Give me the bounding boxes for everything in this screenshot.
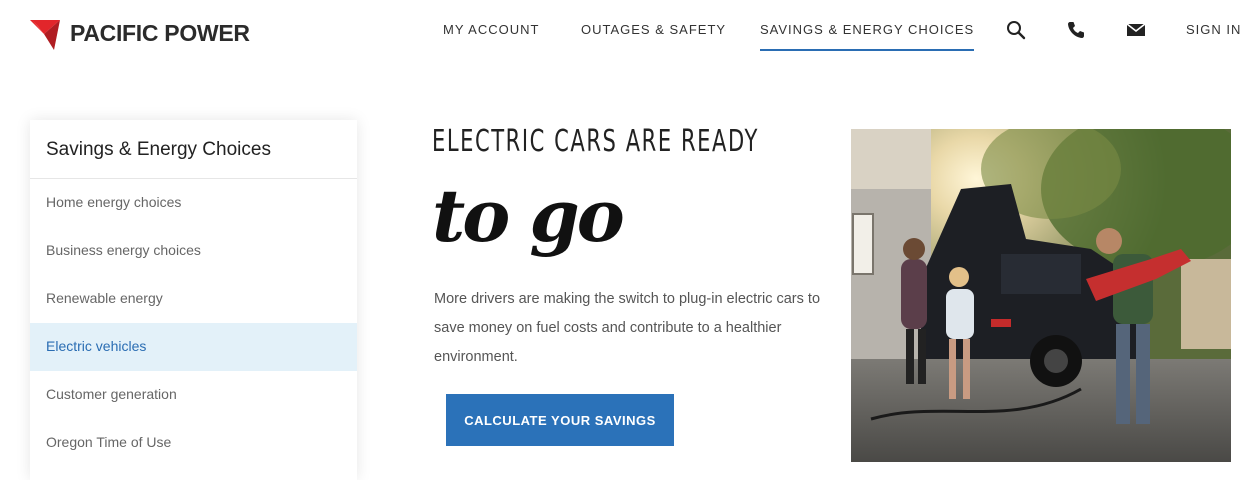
- family-ev-photo: [851, 129, 1231, 462]
- calculate-savings-button[interactable]: CALCULATE YOUR SAVINGS: [446, 394, 674, 446]
- sidebar-item-customer-generation[interactable]: Customer generation: [30, 371, 357, 419]
- sidebar-item-renewable-energy[interactable]: Renewable energy: [30, 275, 357, 323]
- hero-script-text: to go: [432, 173, 625, 258]
- nav-outages-safety[interactable]: OUTAGES & SAFETY: [581, 22, 726, 37]
- brand-logo[interactable]: PACIFIC POWER: [30, 16, 250, 50]
- hero-headline: ELECTRIC CARS ARE READY: [432, 124, 759, 159]
- sidebar-title: Savings & Energy Choices: [30, 120, 357, 179]
- sign-in-link[interactable]: SIGN IN: [1186, 22, 1241, 37]
- phone-icon[interactable]: [1064, 18, 1088, 42]
- sidebar-item-electric-vehicles[interactable]: Electric vehicles: [30, 323, 357, 371]
- nav-savings-energy-choices[interactable]: SAVINGS & ENERGY CHOICES: [760, 22, 975, 51]
- hero-body-text: More drivers are making the switch to pl…: [434, 291, 821, 365]
- nav-my-account[interactable]: MY ACCOUNT: [443, 22, 539, 37]
- search-icon[interactable]: [1004, 18, 1028, 42]
- sidebar-item-home-energy-choices[interactable]: Home energy choices: [30, 179, 357, 227]
- pacific-power-logo-icon: [30, 20, 60, 50]
- sidebar-item-business-energy-choices[interactable]: Business energy choices: [30, 227, 357, 275]
- brand-name: PACIFIC POWER: [70, 19, 250, 46]
- mail-icon[interactable]: [1124, 18, 1148, 42]
- sidebar-nav: Savings & Energy Choices Home energy cho…: [30, 120, 357, 480]
- sidebar-item-oregon-time-of-use[interactable]: Oregon Time of Use: [30, 419, 357, 467]
